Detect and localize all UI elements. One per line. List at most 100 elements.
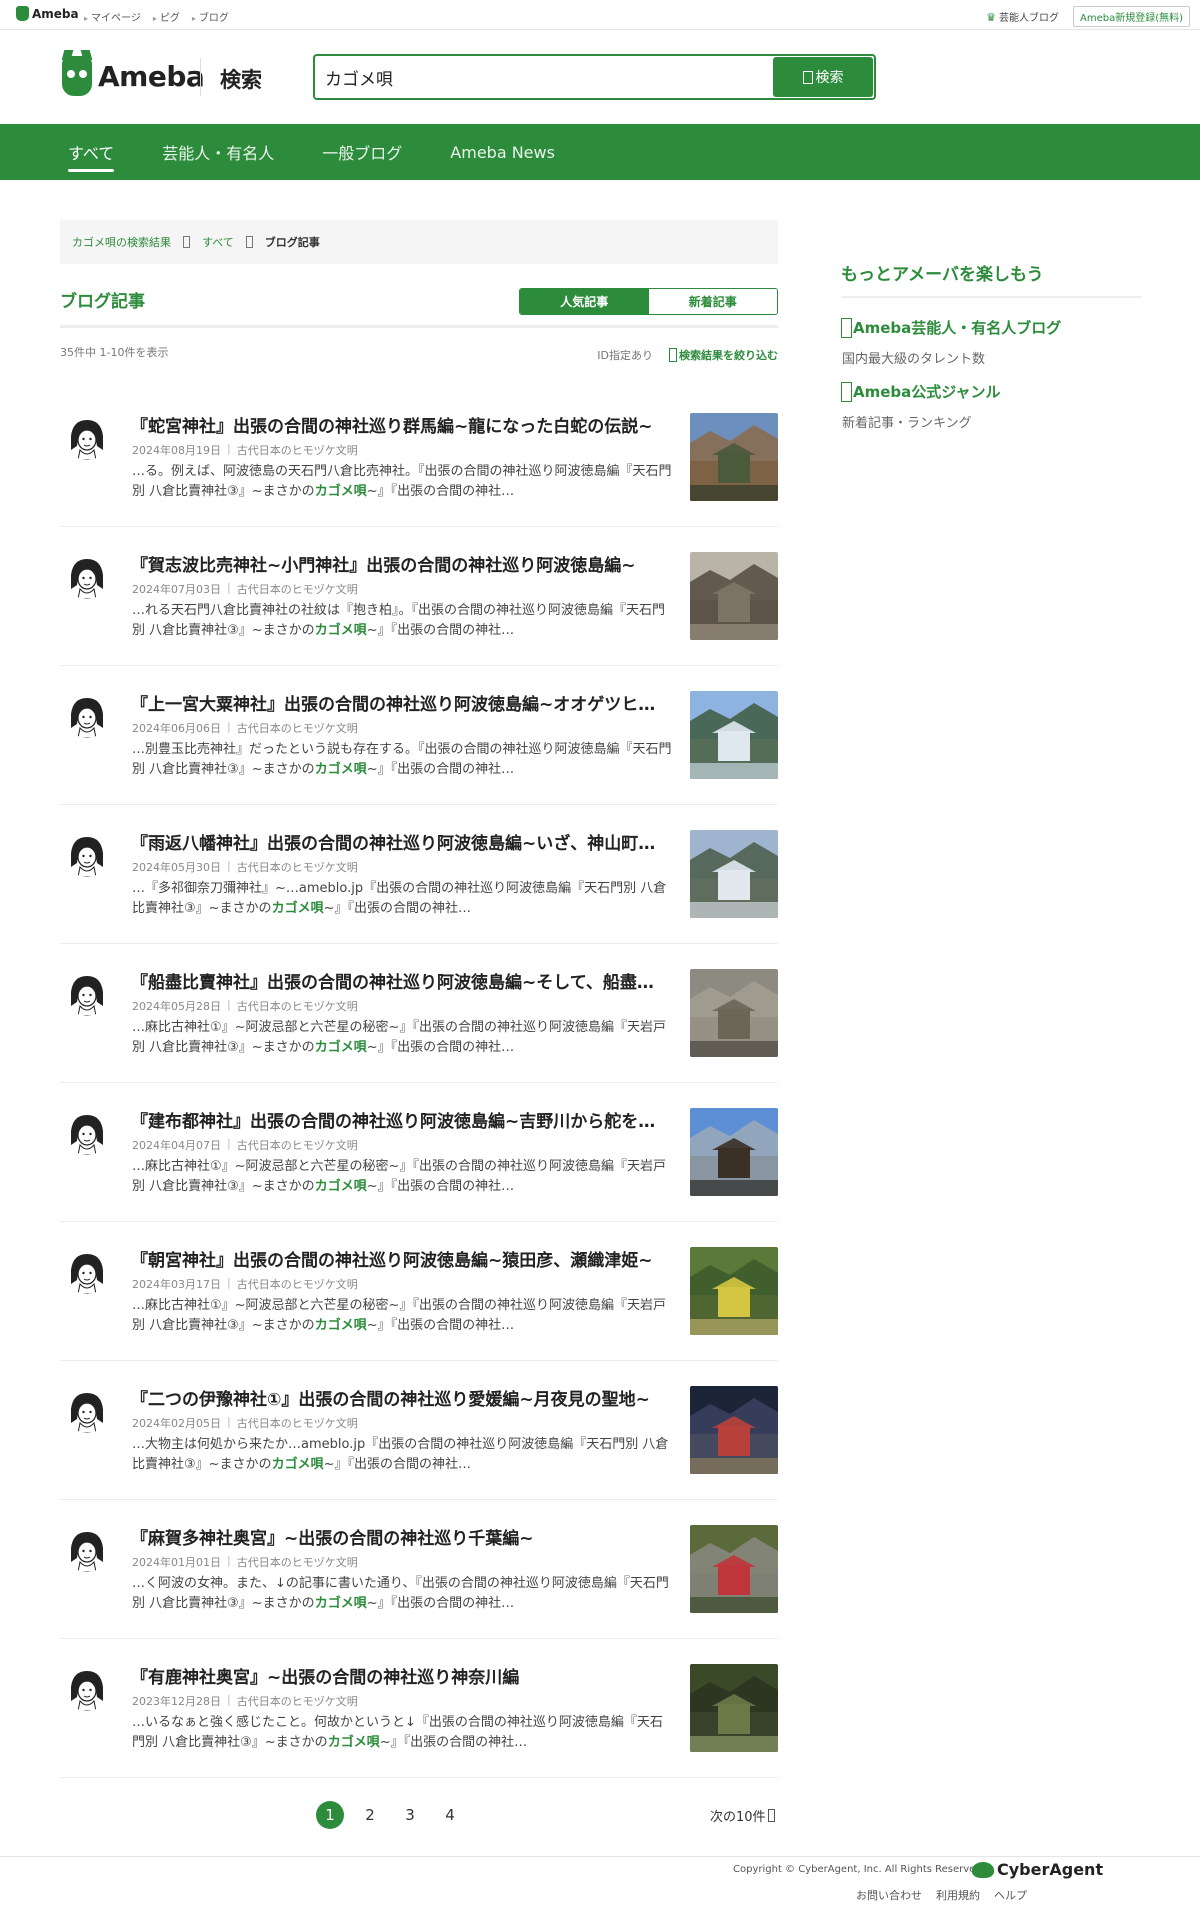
result-thumbnail[interactable] xyxy=(690,1386,778,1474)
result-title[interactable]: 『有鹿神社奥宮』~出張の合間の神社巡り神奈川編 xyxy=(131,1663,663,1688)
top-link-blog[interactable]: ブログ xyxy=(192,9,229,24)
register-button[interactable]: Ameba新規登録(無料) xyxy=(1072,6,1190,27)
sidebar-divider xyxy=(841,296,1141,298)
sidebar-link-celebrity-blogs[interactable]: Ameba芸能人・有名人ブログ xyxy=(841,317,1061,338)
sort-new-button[interactable]: 新着記事 xyxy=(648,289,777,314)
result-meta: 2024年05月30日 | 古代日本のヒモヅケ文明 xyxy=(132,859,358,875)
result-thumbnail[interactable] xyxy=(690,1525,778,1613)
result-meta: 2024年03月17日 | 古代日本のヒモヅケ文明 xyxy=(132,1276,358,1292)
ameba-mini-logo[interactable]: Ameba xyxy=(16,6,79,21)
snippet-text: ~』『出張の合間の神社… xyxy=(379,1735,528,1750)
sidebar-link-label: Ameba公式ジャンル xyxy=(853,383,1001,401)
blogger-avatar[interactable] xyxy=(65,833,109,877)
result-blog-name[interactable]: 古代日本のヒモヅケ文明 xyxy=(237,1554,358,1570)
result-thumbnail[interactable] xyxy=(690,691,778,779)
external-link-icon xyxy=(841,317,852,338)
result-blog-name[interactable]: 古代日本のヒモヅケ文明 xyxy=(237,1415,358,1431)
result-meta: 2024年05月28日 | 古代日本のヒモヅケ文明 xyxy=(132,998,358,1014)
result-blog-name[interactable]: 古代日本のヒモヅケ文明 xyxy=(237,442,358,458)
blogger-avatar[interactable] xyxy=(65,1250,109,1294)
result-title[interactable]: 『賀志波比売神社~小門神社』出張の合間の神社巡り阿波徳島編~ xyxy=(131,551,663,576)
result-title[interactable]: 『船盡比賣神社』出張の合間の神社巡り阿波徳島編~そして、船盡へ~ xyxy=(131,968,663,993)
result-blog-name[interactable]: 古代日本のヒモヅケ文明 xyxy=(237,1137,358,1153)
result-title[interactable]: 『建布都神社』出張の合間の神社巡り阿波徳島編~吉野川から舵をとる~ xyxy=(131,1107,663,1132)
tab-celebrities[interactable]: 芸能人・有名人 xyxy=(162,124,274,180)
page-3[interactable]: 3 xyxy=(396,1801,424,1829)
blogger-avatar[interactable] xyxy=(65,1389,109,1433)
result-thumbnail[interactable] xyxy=(690,1664,778,1752)
footer-link-help[interactable]: ヘルプ xyxy=(994,1887,1027,1903)
result-thumbnail[interactable] xyxy=(690,1247,778,1335)
search-result-item[interactable]: 『船盡比賣神社』出張の合間の神社巡り阿波徳島編~そして、船盡へ~ 2024年05… xyxy=(60,944,778,1083)
snippet-text: ~』『出張の合間の神社… xyxy=(366,1318,515,1333)
breadcrumb-all[interactable]: すべて xyxy=(202,234,234,250)
footer-link-contact[interactable]: お問い合わせ xyxy=(856,1887,922,1903)
meta-separator: | xyxy=(227,442,231,455)
result-thumbnail[interactable] xyxy=(690,969,778,1057)
blogger-avatar[interactable] xyxy=(65,1111,109,1155)
result-date: 2024年02月05日 xyxy=(132,1417,221,1430)
search-input[interactable] xyxy=(325,64,765,90)
result-thumbnail[interactable] xyxy=(690,413,778,501)
sort-toggle: 人気記事 新着記事 xyxy=(519,288,778,315)
search-result-item[interactable]: 『朝宮神社』出張の合間の神社巡り阿波徳島編~猿田彦、瀬織津姫~ 2024年03月… xyxy=(60,1222,778,1361)
result-blog-name[interactable]: 古代日本のヒモヅケ文明 xyxy=(237,859,358,875)
result-title[interactable]: 『麻賀多神社奥宮』~出張の合間の神社巡り千葉編~ xyxy=(131,1524,663,1549)
result-snippet: …く阿波の女神。また、↓の記事に書いた通り、『出張の合間の神社巡り阿波徳島編『天… xyxy=(132,1574,672,1614)
top-link-pigg[interactable]: ピグ xyxy=(153,9,180,24)
tab-general-blogs[interactable]: 一般ブログ xyxy=(322,124,402,180)
result-title[interactable]: 『蛇宮神社』出張の合間の神社巡り群馬編~龍になった白蛇の伝説~ xyxy=(131,412,663,437)
result-title[interactable]: 『上一宮大粟神社』出張の合間の神社巡り阿波徳島編~オオゲツヒメ~ xyxy=(131,690,663,715)
blogger-avatar[interactable] xyxy=(65,694,109,738)
top-links: マイページ ピグ ブログ xyxy=(84,9,229,24)
search-button[interactable]: 検索 xyxy=(773,57,873,97)
search-result-item[interactable]: 『上一宮大粟神社』出張の合間の神社巡り阿波徳島編~オオゲツヒメ~ 2024年06… xyxy=(60,666,778,805)
blogger-avatar[interactable] xyxy=(65,1528,109,1572)
chevron-right-icon xyxy=(767,1809,775,1822)
search-result-item[interactable]: 『賀志波比売神社~小門神社』出張の合間の神社巡り阿波徳島編~ 2024年07月0… xyxy=(60,527,778,666)
blogger-avatar[interactable] xyxy=(65,555,109,599)
tab-ameba-news[interactable]: Ameba News xyxy=(450,124,555,180)
page-1[interactable]: 1 xyxy=(316,1801,344,1829)
sort-popular-button[interactable]: 人気記事 xyxy=(520,289,649,314)
external-link-icon xyxy=(841,381,852,402)
breadcrumb-search-results[interactable]: カゴメ唄の検索結果 xyxy=(72,234,171,250)
result-snippet: …麻比古神社①』~阿波忌部と六芒星の秘密~』『出張の合間の神社巡り阿波徳島編『天… xyxy=(132,1157,672,1197)
search-result-item[interactable]: 『二つの伊豫神社①』出張の合間の神社巡り愛媛編~月夜見の聖地~ 2024年02月… xyxy=(60,1361,778,1500)
snippet-text: ~』『出張の合間の神社… xyxy=(323,1457,471,1472)
footer-link-terms[interactable]: 利用規約 xyxy=(936,1887,980,1903)
result-blog-name[interactable]: 古代日本のヒモヅケ文明 xyxy=(237,1276,358,1292)
blogger-avatar[interactable] xyxy=(65,1667,109,1711)
section-title: ブログ記事 xyxy=(60,292,145,312)
result-title[interactable]: 『二つの伊豫神社①』出張の合間の神社巡り愛媛編~月夜見の聖地~ xyxy=(131,1385,663,1410)
search-result-item[interactable]: 『有鹿神社奥宮』~出張の合間の神社巡り神奈川編 2023年12月28日 | 古代… xyxy=(60,1639,778,1778)
top-link-mypage[interactable]: マイページ xyxy=(84,9,141,24)
result-title[interactable]: 『朝宮神社』出張の合間の神社巡り阿波徳島編~猿田彦、瀬織津姫~ xyxy=(131,1246,663,1271)
search-result-item[interactable]: 『麻賀多神社奥宮』~出張の合間の神社巡り千葉編~ 2024年01月01日 | 古… xyxy=(60,1500,778,1639)
ameba-logo[interactable]: Ameba xyxy=(62,56,205,96)
next-page-link[interactable]: 次の10件 xyxy=(710,1806,775,1825)
meta-separator: | xyxy=(227,859,231,872)
result-thumbnail[interactable] xyxy=(690,552,778,640)
blogger-avatar[interactable] xyxy=(65,416,109,460)
sidebar-link-desc: 国内最大級のタレント数 xyxy=(842,352,986,367)
result-blog-name[interactable]: 古代日本のヒモヅケ文明 xyxy=(237,720,358,736)
result-thumbnail[interactable] xyxy=(690,1108,778,1196)
search-result-item[interactable]: 『建布都神社』出張の合間の神社巡り阿波徳島編~吉野川から舵をとる~ 2024年0… xyxy=(60,1083,778,1222)
cyberagent-logo[interactable]: CyberAgent xyxy=(972,1860,1103,1879)
refine-results-link[interactable]: 検索結果を絞り込む xyxy=(669,347,778,363)
blogger-avatar[interactable] xyxy=(65,972,109,1016)
result-blog-name[interactable]: 古代日本のヒモヅケ文明 xyxy=(237,1693,358,1709)
category-nav: すべて 芸能人・有名人 一般ブログ Ameba News xyxy=(0,124,1200,180)
result-title[interactable]: 『雨返八幡神社』出張の合間の神社巡り阿波徳島編~いざ、神山町へ~ xyxy=(131,829,663,854)
result-thumbnail[interactable] xyxy=(690,830,778,918)
search-result-item[interactable]: 『蛇宮神社』出張の合間の神社巡り群馬編~龍になった白蛇の伝説~ 2024年08月… xyxy=(60,388,778,527)
tab-all[interactable]: すべて xyxy=(68,124,115,180)
search-result-item[interactable]: 『雨返八幡神社』出張の合間の神社巡り阿波徳島編~いざ、神山町へ~ 2024年05… xyxy=(60,805,778,944)
result-blog-name[interactable]: 古代日本のヒモヅケ文明 xyxy=(237,998,358,1014)
page-4[interactable]: 4 xyxy=(436,1801,464,1829)
result-blog-name[interactable]: 古代日本のヒモヅケ文明 xyxy=(237,581,358,597)
page-2[interactable]: 2 xyxy=(356,1801,384,1829)
sidebar-link-official-genre[interactable]: Ameba公式ジャンル xyxy=(841,381,1001,402)
talent-blog-link[interactable]: ♛ 芸能人ブログ xyxy=(986,9,1059,24)
